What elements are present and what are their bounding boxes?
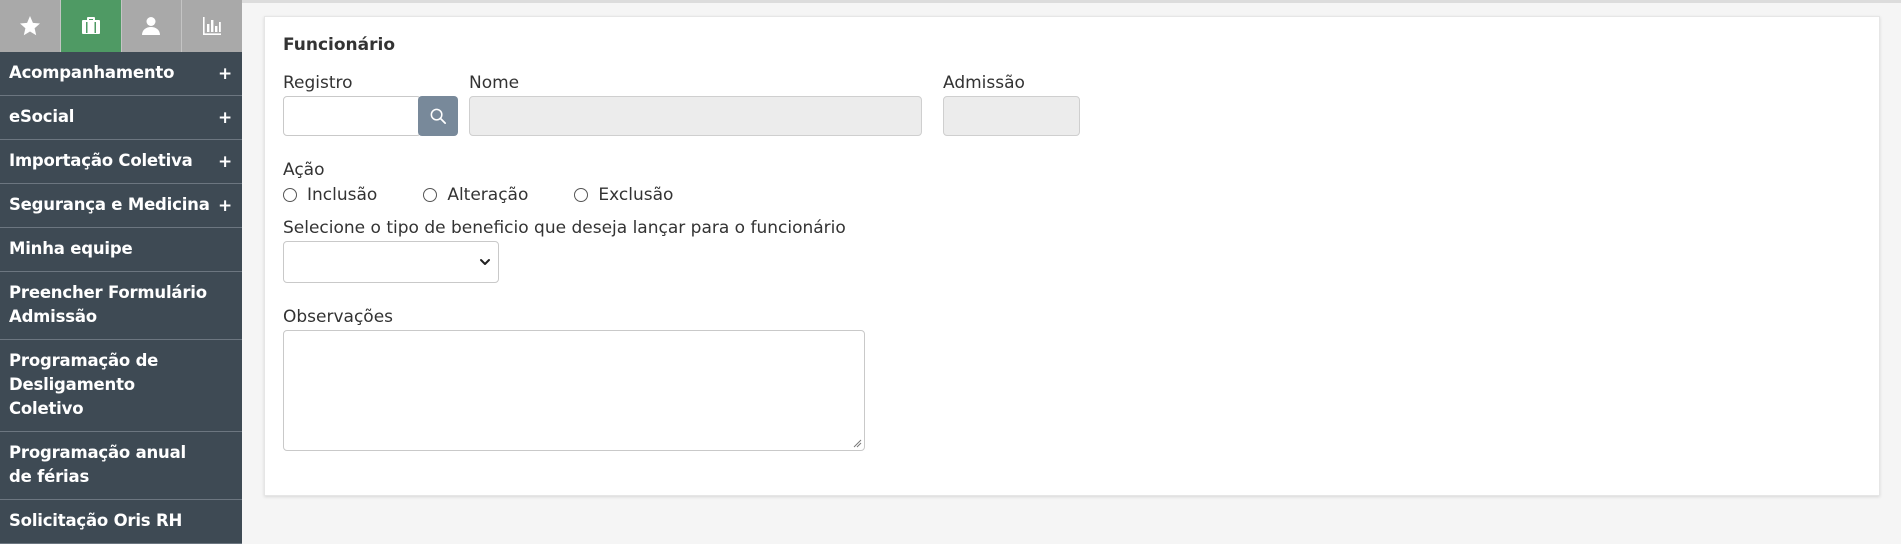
admissao-label: Admissão [943,73,1025,93]
radio-circle[interactable] [283,188,297,202]
nome-label: Nome [469,73,520,93]
radio-circle[interactable] [423,188,438,202]
tab-user[interactable] [121,0,183,52]
expand-icon[interactable]: + [218,62,232,86]
resize-grip-icon[interactable] [852,438,862,448]
sidebar-item-oris-rh[interactable]: Solicitação Oris RH [0,500,242,544]
tab-reports[interactable] [182,0,242,52]
observacoes-label: Observações [283,307,394,327]
sidebar: Acompanhamento + eSocial + Importação Co… [0,0,242,544]
radio-alteracao[interactable]: Alteração [423,185,528,205]
sidebar-item-seguranca-medicina[interactable]: Segurança e Medicina + [0,184,242,228]
expand-icon[interactable]: + [218,150,232,174]
sidebar-item-label: Segurança e Medicina [9,195,210,214]
briefcase-icon [81,17,100,34]
nome-field [469,96,922,136]
user-icon [142,17,161,35]
radio-inclusao[interactable]: Inclusão [283,185,377,205]
acao-radio-group: Inclusão Alteração Exclusão [283,185,719,205]
sidebar-item-label: Programação de Desligamento Coletivo [9,351,159,418]
top-rule [242,0,1901,3]
expand-icon[interactable]: + [218,106,232,130]
sidebar-item-label: Preencher Formulário Admissão [9,283,207,326]
expand-icon[interactable]: + [218,194,232,218]
registro-label: Registro [283,73,353,93]
sidebar-item-label: eSocial [9,107,75,126]
sidebar-item-desligamento-coletivo[interactable]: Programação de Desligamento Coletivo [0,340,242,432]
sidebar-item-esocial[interactable]: eSocial + [0,96,242,140]
sidebar-menu: Acompanhamento + eSocial + Importação Co… [0,52,242,544]
acao-label: Ação [283,160,325,180]
sidebar-item-minha-equipe[interactable]: Minha equipe [0,228,242,272]
sidebar-item-label: Programação anual de férias [9,443,186,486]
sidebar-item-importacao-coletiva[interactable]: Importação Coletiva + [0,140,242,184]
sidebar-item-label: Solicitação Oris RH [9,511,183,530]
search-button[interactable] [418,96,458,136]
registro-input[interactable] [283,96,421,136]
section-title: Funcionário [283,35,396,55]
form-panel: Funcionário Registro Nome Admissão Ação … [264,16,1880,496]
chevron-down-icon [480,259,490,265]
beneficio-select[interactable] [283,241,499,283]
sidebar-item-ferias[interactable]: Programação anual de férias [0,432,242,500]
sidebar-item-acompanhamento[interactable]: Acompanhamento + [0,52,242,96]
radio-label: Alteração [447,185,529,205]
radio-label: Exclusão [598,185,674,205]
sidebar-item-label: Importação Coletiva [9,151,193,170]
bar-chart-icon [203,17,222,35]
sidebar-item-label: Minha equipe [9,239,133,258]
radio-circle[interactable] [574,188,589,202]
admissao-field [943,96,1080,136]
radio-exclusao[interactable]: Exclusão [574,185,673,205]
star-icon [19,16,40,36]
sidebar-tabbar [0,0,242,52]
radio-label: Inclusão [307,185,378,205]
tab-favorites[interactable] [0,0,61,52]
beneficio-label: Selecione o tipo de beneficio que deseja… [283,218,846,238]
observacoes-textarea[interactable] [283,330,865,451]
search-icon [430,108,446,124]
tab-business[interactable] [60,0,122,52]
sidebar-item-label: Acompanhamento [9,63,175,82]
sidebar-item-formulario-admissao[interactable]: Preencher Formulário Admissão [0,272,242,340]
